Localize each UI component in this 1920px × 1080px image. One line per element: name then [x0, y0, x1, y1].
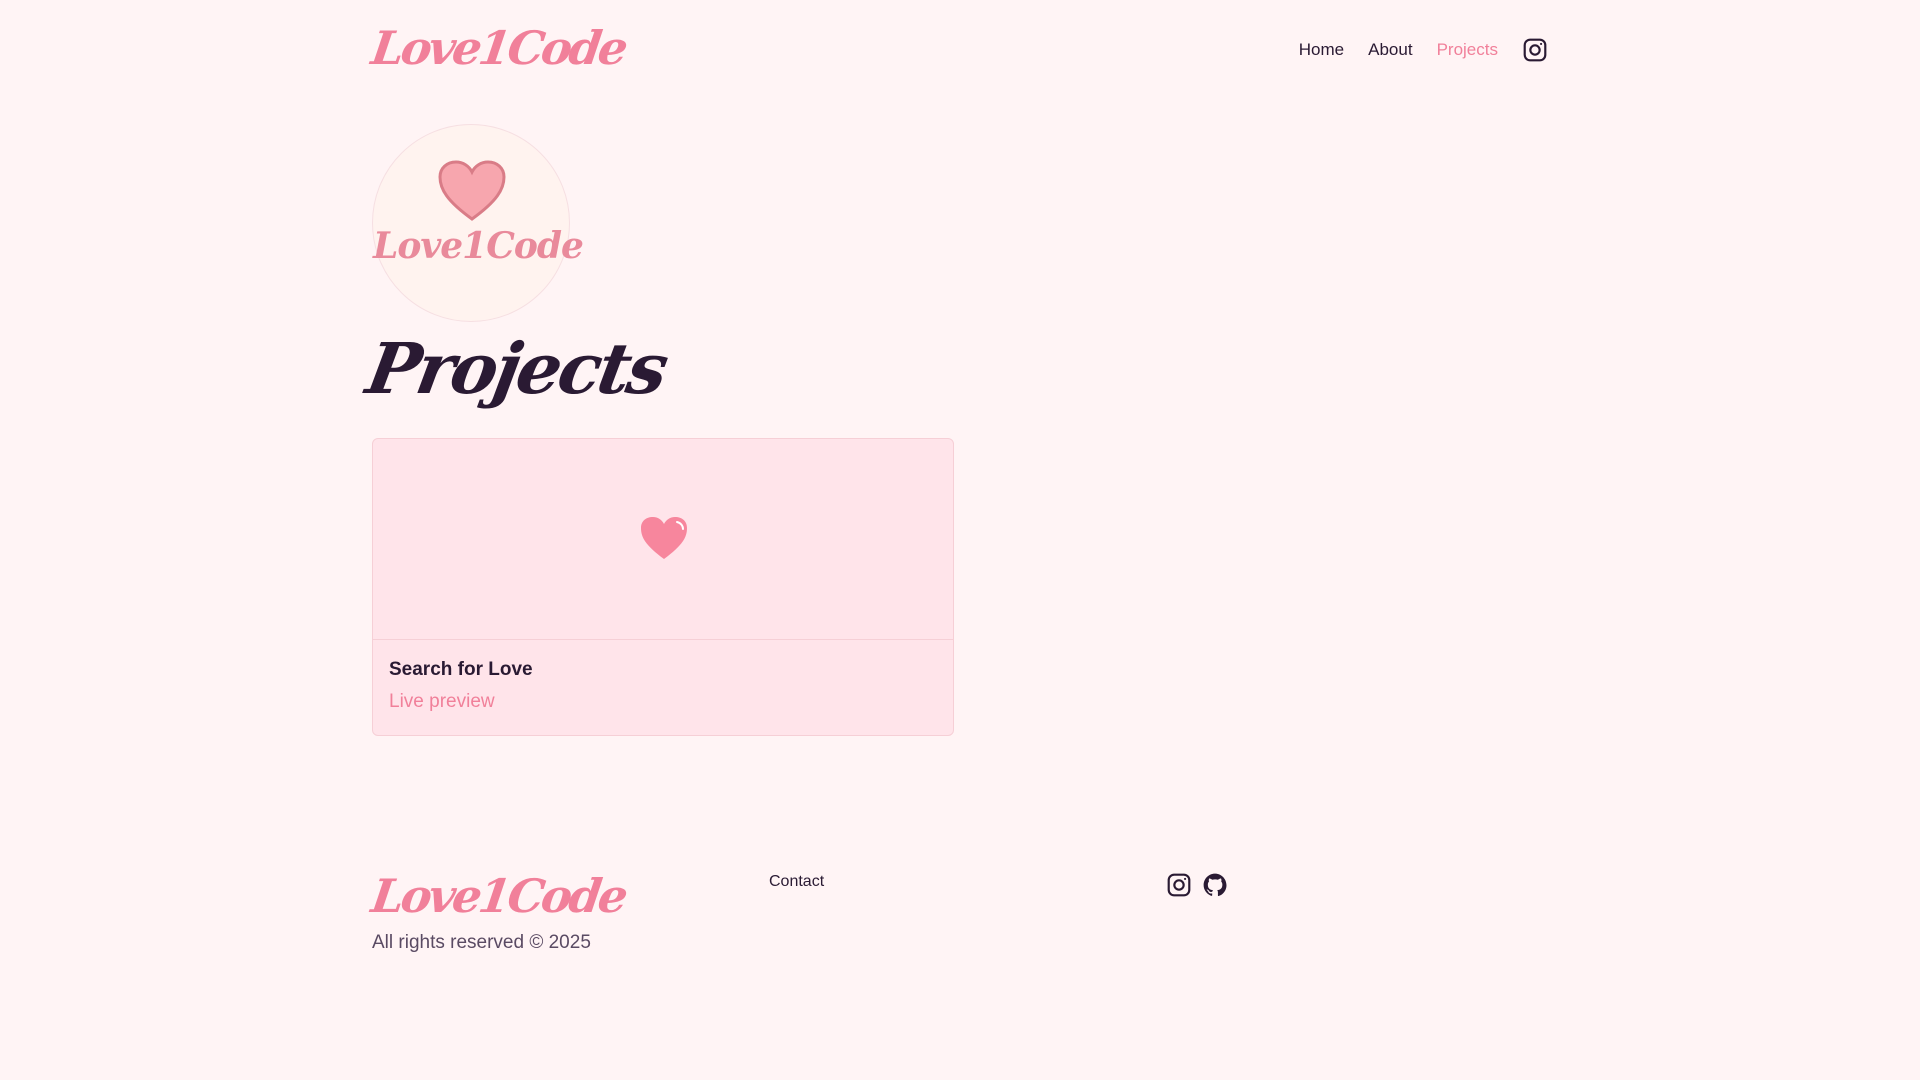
- project-thumbnail: [373, 439, 953, 640]
- live-preview-link[interactable]: Live preview: [389, 691, 495, 713]
- page-title: Projects: [360, 327, 672, 410]
- logo-text: Love1Code: [373, 225, 584, 267]
- nav-home-link[interactable]: Home: [1299, 40, 1344, 60]
- heart-icon: [438, 160, 506, 221]
- footer-brand[interactable]: Love1Code: [368, 866, 629, 926]
- nav-projects-link[interactable]: Projects: [1437, 40, 1498, 60]
- footer-social-icons: [1166, 872, 1228, 898]
- project-title: Search for Love: [389, 659, 533, 680]
- instagram-icon[interactable]: [1166, 872, 1192, 898]
- copyright-text: All rights reserved © 2025: [372, 932, 591, 953]
- nav-about-link[interactable]: About: [1368, 40, 1412, 60]
- main-nav: Home About Projects: [1299, 36, 1548, 64]
- instagram-icon[interactable]: [1522, 37, 1548, 63]
- heart-icon: [641, 517, 687, 559]
- brand-logo[interactable]: Love1Code: [368, 18, 629, 78]
- page: Love1Code Home About Projects Love1Code …: [0, 0, 1920, 1080]
- footer-contact-link[interactable]: Contact: [769, 873, 824, 891]
- profile-logo: Love1Code: [372, 124, 584, 322]
- project-card[interactable]: Search for Love Live preview: [372, 438, 954, 736]
- site-header: Love1Code Home About Projects: [368, 18, 1548, 82]
- github-icon[interactable]: [1202, 872, 1228, 898]
